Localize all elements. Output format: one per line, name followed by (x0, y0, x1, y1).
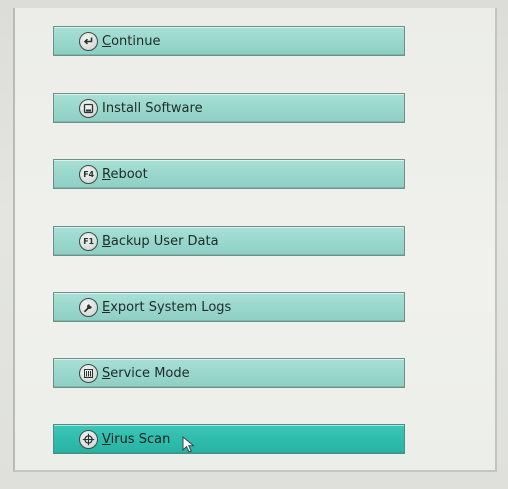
reboot-button[interactable]: F4 Reboot (53, 159, 405, 189)
enter-arrow-icon (79, 31, 98, 51)
f4-key-icon: F4 (79, 164, 98, 184)
export-system-logs-button[interactable]: Export System Logs (53, 292, 405, 322)
continue-button[interactable]: Continue (53, 26, 405, 56)
install-software-button[interactable]: Install Software (53, 93, 405, 123)
crosshair-icon (79, 429, 98, 449)
reboot-label: Reboot (102, 166, 148, 182)
install-software-label: Install Software (102, 100, 203, 116)
f1-key-icon: F1 (79, 231, 98, 251)
service-mode-label: Service Mode (102, 365, 190, 381)
export-system-logs-label: Export System Logs (102, 299, 232, 315)
service-mode-button[interactable]: Service Mode (53, 358, 405, 388)
screen: Continue Install Software F4 Reboot F1 B… (0, 0, 508, 489)
wrench-icon (79, 297, 98, 317)
f4-key-text: F4 (83, 169, 94, 179)
backup-user-data-label: Backup User Data (102, 233, 219, 249)
f1-key-text: F1 (83, 236, 94, 246)
virus-scan-button[interactable]: Virus Scan (53, 424, 405, 454)
virus-scan-label: Virus Scan (102, 431, 171, 447)
backup-user-data-button[interactable]: F1 Backup User Data (53, 226, 405, 256)
service-panel-icon (79, 363, 98, 383)
continue-label: Continue (102, 33, 161, 49)
disk-icon (79, 98, 98, 118)
